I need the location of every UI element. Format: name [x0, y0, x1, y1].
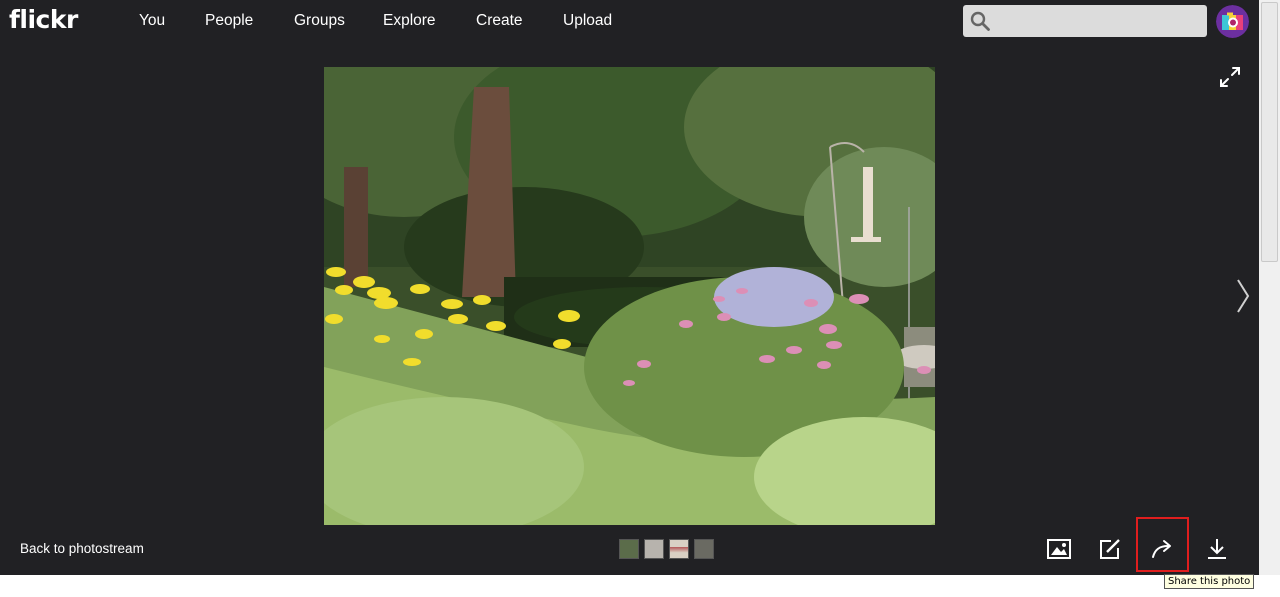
search-icon[interactable]: [970, 11, 990, 31]
photo-page: flickr You People Groups Explore Create …: [0, 0, 1259, 575]
chevron-right-icon[interactable]: [1234, 278, 1252, 314]
camera-avatar-icon: [1216, 5, 1249, 38]
image-icon[interactable]: [1046, 536, 1072, 562]
thumbnail[interactable]: [644, 539, 664, 559]
nav-groups[interactable]: Groups: [294, 12, 345, 30]
thumbnail[interactable]: [619, 539, 639, 559]
scrollbar-thumb[interactable]: [1261, 2, 1278, 262]
search-box[interactable]: [963, 5, 1207, 39]
nav-you[interactable]: You: [139, 12, 165, 30]
flickr-logo[interactable]: flickr: [9, 5, 78, 34]
avatar[interactable]: [1216, 5, 1249, 38]
thumbnail[interactable]: [669, 539, 689, 559]
garden-photo: [324, 67, 935, 525]
main-photo[interactable]: [324, 67, 935, 525]
nav-explore[interactable]: Explore: [383, 12, 436, 30]
edit-icon[interactable]: [1097, 536, 1123, 562]
search-input[interactable]: [997, 5, 1201, 39]
thumbnail[interactable]: [694, 539, 714, 559]
share-highlight-box: [1136, 517, 1189, 572]
vertical-scrollbar[interactable]: [1259, 0, 1280, 575]
nav-people[interactable]: People: [205, 12, 253, 30]
share-tooltip: Share this photo: [1164, 574, 1255, 589]
download-icon[interactable]: [1204, 536, 1230, 562]
top-navigation: flickr You People Groups Explore Create …: [0, 0, 1259, 44]
nav-create[interactable]: Create: [476, 12, 523, 30]
nav-upload[interactable]: Upload: [563, 12, 612, 30]
back-to-photostream-link[interactable]: Back to photostream: [20, 541, 144, 556]
expand-icon[interactable]: [1219, 66, 1241, 88]
